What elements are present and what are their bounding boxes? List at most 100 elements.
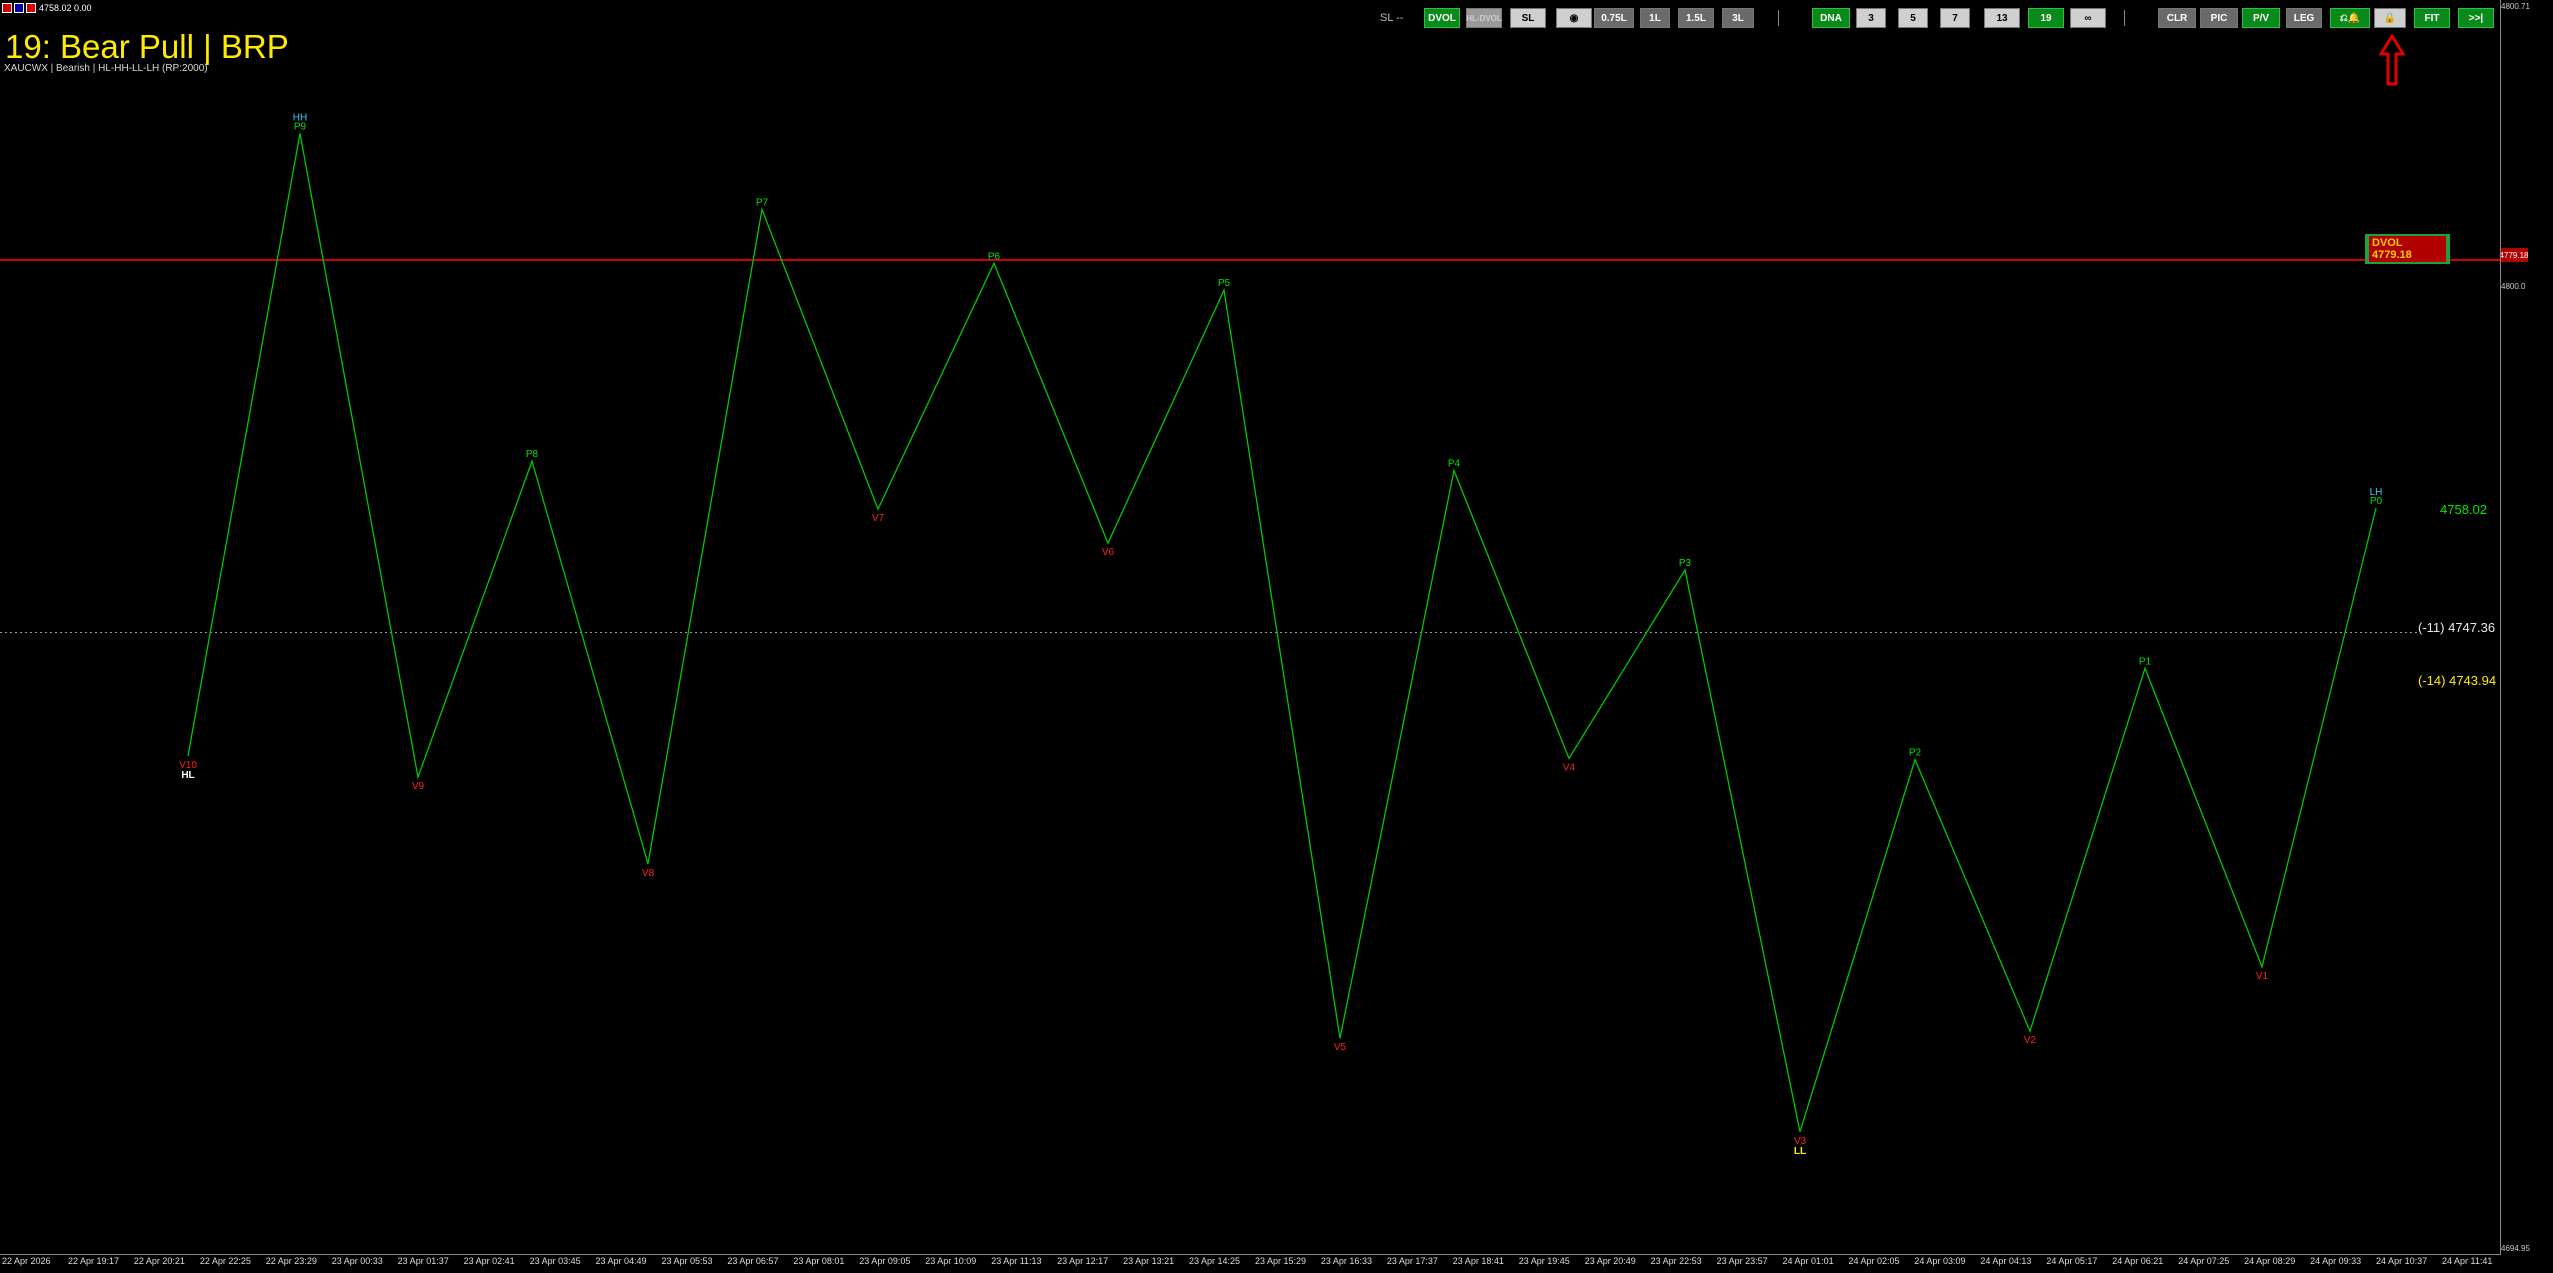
toolbar-separator bbox=[2124, 10, 2125, 26]
x-tick-label: 23 Apr 23:57 bbox=[1716, 1256, 1768, 1266]
x-tick-label: 24 Apr 04:13 bbox=[1980, 1256, 2032, 1266]
reset-button[interactable]: ◉ bbox=[1556, 8, 1592, 28]
x-tick-label: 24 Apr 09:33 bbox=[2310, 1256, 2362, 1266]
peak-label: P5 bbox=[1218, 278, 1231, 289]
x-tick-label: 22 Apr 23:29 bbox=[265, 1256, 317, 1266]
peak-label: P8 bbox=[526, 449, 539, 460]
peak-label: P4 bbox=[1448, 458, 1461, 469]
current-price-label: 4758.02 bbox=[2440, 502, 2487, 517]
x-tick-label: 23 Apr 13:21 bbox=[1123, 1256, 1175, 1266]
x-tick-label: 23 Apr 22:53 bbox=[1650, 1256, 1702, 1266]
peak-label: P6 bbox=[988, 251, 1001, 262]
peak-label: P3 bbox=[1679, 558, 1692, 569]
valley-label: V8 bbox=[642, 868, 655, 879]
x-tick-label: 23 Apr 11:13 bbox=[991, 1256, 1042, 1266]
hl-dvol-button[interactable]: HL-DVOL bbox=[1466, 8, 1502, 28]
clr-button[interactable]: CLR bbox=[2158, 8, 2196, 28]
valley-label: V6 bbox=[1102, 547, 1115, 558]
x-tick-label: 23 Apr 01:37 bbox=[397, 1256, 449, 1266]
level-11-label: (-11) 4747.36 bbox=[2418, 620, 2496, 635]
x-tick-label: 23 Apr 17:37 bbox=[1386, 1256, 1438, 1266]
x-tick-label: 23 Apr 09:05 bbox=[859, 1256, 911, 1266]
n19-button[interactable]: 19 bbox=[2028, 8, 2064, 28]
price-axis-line bbox=[2500, 0, 2501, 1254]
ninf-button[interactable]: ∞ bbox=[2070, 8, 2106, 28]
window-icon[interactable] bbox=[2, 3, 12, 13]
x-tick-label: 23 Apr 19:45 bbox=[1518, 1256, 1570, 1266]
x-tick-label: 23 Apr 02:41 bbox=[463, 1256, 515, 1266]
n7-button[interactable]: 7 bbox=[1940, 8, 1970, 28]
x-tick-label: 24 Apr 11:41 bbox=[2442, 1256, 2493, 1266]
top-info-text: 4758.02 0.00 bbox=[39, 3, 92, 13]
structure-label: LL bbox=[1794, 1146, 1806, 1157]
x-tick-label: 22 Apr 22:25 bbox=[199, 1256, 251, 1266]
sl-button[interactable]: SL bbox=[1510, 8, 1546, 28]
valley-label: V7 bbox=[872, 513, 885, 524]
x-tick-label: 23 Apr 08:01 bbox=[793, 1256, 845, 1266]
structure-label: HH bbox=[293, 112, 307, 123]
x-tick-label: 23 Apr 14:25 bbox=[1189, 1256, 1241, 1266]
x-tick-label: 23 Apr 16:33 bbox=[1320, 1256, 1372, 1266]
x-tick-label: 24 Apr 02:05 bbox=[1848, 1256, 1900, 1266]
l15-button[interactable]: 1.5L bbox=[1678, 8, 1714, 28]
level-14-label: (-14) 4743.94 bbox=[2418, 673, 2497, 688]
x-tick-label: 24 Apr 01:01 bbox=[1782, 1256, 1834, 1266]
toolbar-separator bbox=[1778, 10, 1779, 26]
x-tick-label: 23 Apr 00:33 bbox=[331, 1256, 383, 1266]
x-tick-label: 23 Apr 03:45 bbox=[529, 1256, 581, 1266]
x-tick-label: 23 Apr 10:09 bbox=[925, 1256, 977, 1266]
end-button[interactable]: >>| bbox=[2458, 8, 2494, 28]
peak-label: P2 bbox=[1909, 748, 1922, 759]
x-tick-label: 24 Apr 07:25 bbox=[2178, 1256, 2230, 1266]
l075-button[interactable]: 0.75L bbox=[1594, 8, 1634, 28]
x-tick-label: 24 Apr 05:17 bbox=[2046, 1256, 2098, 1266]
valley-label: V4 bbox=[1563, 762, 1576, 773]
n5-button[interactable]: 5 bbox=[1898, 8, 1928, 28]
valley-label: V2 bbox=[2024, 1035, 2037, 1046]
alert-button[interactable]: ⎌🔔 bbox=[2330, 8, 2370, 28]
time-axis-line bbox=[0, 1254, 2501, 1255]
dna-button[interactable]: DNA bbox=[1812, 8, 1850, 28]
peak-label: P1 bbox=[2139, 656, 2152, 667]
dvol-label: DVOL 4779.18 bbox=[2369, 236, 2446, 262]
price-chart[interactable]: V10HLP9HHV9P8V8P7V7P6V6P5V5P4V4P3V3LLP2V… bbox=[0, 0, 2553, 1273]
window-icon-3[interactable] bbox=[26, 3, 36, 13]
window-top-info: 4758.02 0.00 bbox=[0, 0, 92, 16]
x-tick-label: 23 Apr 06:57 bbox=[727, 1256, 779, 1266]
x-tick-label: 24 Apr 08:29 bbox=[2244, 1256, 2296, 1266]
hline-price-tag: 4779.18 bbox=[2500, 248, 2528, 262]
x-tick-label: 24 Apr 03:09 bbox=[1914, 1256, 1966, 1266]
dvol-button[interactable]: DVOL bbox=[1424, 8, 1460, 28]
up-arrow-icon bbox=[2379, 34, 2405, 86]
lock-button[interactable]: 🔒 bbox=[2374, 8, 2406, 28]
fit-button[interactable]: FIT bbox=[2414, 8, 2450, 28]
peak-label: P7 bbox=[756, 197, 769, 208]
axis-bottom-value: 4694.95 bbox=[2501, 1244, 2530, 1253]
x-tick-label: 22 Apr 20:21 bbox=[133, 1256, 185, 1266]
sl-status: SL -- bbox=[1380, 12, 1404, 24]
axis-top-value: 4800.71 bbox=[2501, 2, 2530, 11]
page-title: 19: Bear Pull | BRP bbox=[5, 28, 289, 65]
dvol-price-box[interactable]: DVOL 4779.18 bbox=[2365, 234, 2450, 264]
valley-label: V1 bbox=[2256, 971, 2269, 982]
x-tick-label: 23 Apr 12:17 bbox=[1057, 1256, 1109, 1266]
pic-button[interactable]: PIC bbox=[2200, 8, 2238, 28]
valley-label: V9 bbox=[412, 781, 425, 792]
x-tick-label: 23 Apr 15:29 bbox=[1254, 1256, 1307, 1266]
x-tick-label: 23 Apr 20:49 bbox=[1584, 1256, 1636, 1266]
l1-button[interactable]: 1L bbox=[1640, 8, 1670, 28]
n13-button[interactable]: 13 bbox=[1984, 8, 2020, 28]
window-icon-2[interactable] bbox=[14, 3, 24, 13]
n3-button[interactable]: 3 bbox=[1856, 8, 1886, 28]
x-tick-label: 24 Apr 10:37 bbox=[2376, 1256, 2428, 1266]
x-tick-label: 23 Apr 18:41 bbox=[1452, 1256, 1504, 1266]
axis-mid-value: 4800.0 bbox=[2501, 282, 2526, 291]
l3-button[interactable]: 3L bbox=[1722, 8, 1754, 28]
leg-button[interactable]: LEG bbox=[2286, 8, 2322, 28]
x-tick-label: 23 Apr 04:49 bbox=[595, 1256, 647, 1266]
page-subtitle: XAUCWX | Bearish | HL-HH-LL-LH (RP:2000) bbox=[4, 63, 208, 74]
x-tick-label: 24 Apr 06:21 bbox=[2112, 1256, 2164, 1266]
x-tick-label: 22 Apr 19:17 bbox=[67, 1256, 119, 1266]
valley-label: V5 bbox=[1334, 1042, 1347, 1053]
pv-button[interactable]: P/V bbox=[2242, 8, 2280, 28]
